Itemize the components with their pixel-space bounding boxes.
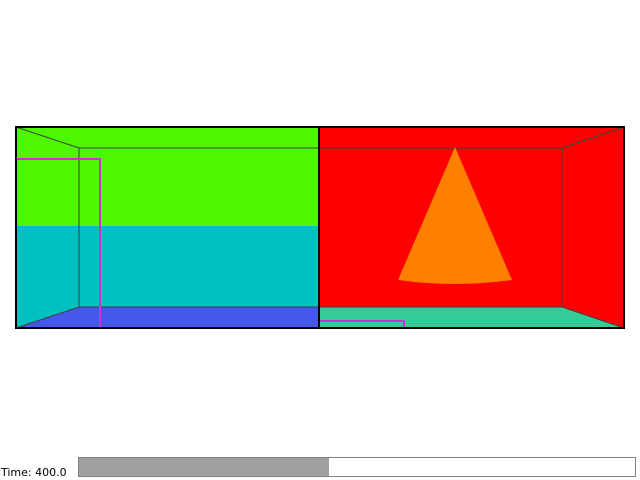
time-label: Time: 400.0 <box>1 466 67 479</box>
scene-3d-view[interactable] <box>0 0 640 480</box>
time-slider[interactable] <box>78 457 636 477</box>
left-room <box>15 126 319 329</box>
time-slider-fill <box>79 458 330 476</box>
simulation-viewport[interactable]: Time: 400.0 <box>0 0 640 480</box>
right-room <box>319 126 625 329</box>
